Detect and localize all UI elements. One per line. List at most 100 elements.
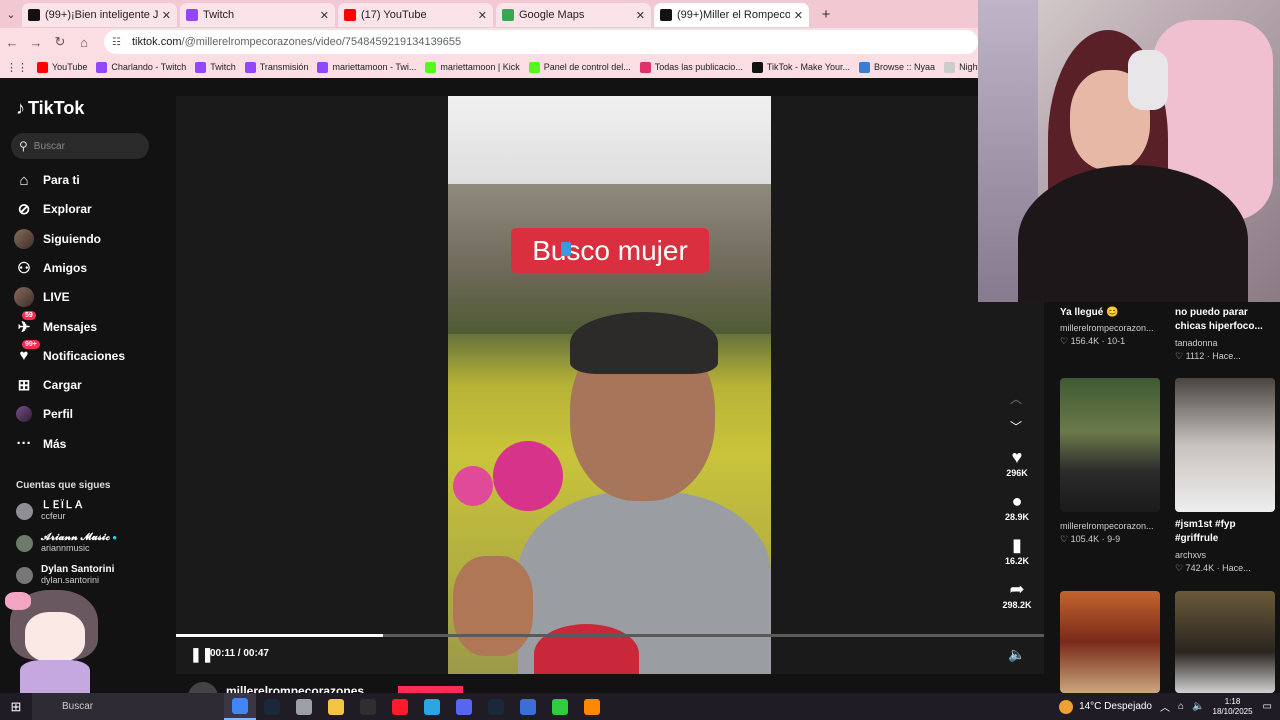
- bookmark-item[interactable]: Charlando - Twitch: [96, 61, 186, 73]
- app-4[interactable]: [512, 693, 544, 720]
- bookmark-item[interactable]: mariettamoon | Kick: [425, 61, 520, 73]
- network-icon[interactable]: ⌂: [1178, 701, 1184, 712]
- comment-icon: ●: [1011, 491, 1023, 511]
- related-user[interactable]: millerelrompecorazon...: [1060, 521, 1154, 531]
- nav-item[interactable]: Perfil: [14, 404, 73, 424]
- browser-tab[interactable]: Google Maps ✕: [496, 3, 651, 27]
- close-icon[interactable]: ✕: [794, 9, 803, 22]
- nav-item[interactable]: ··· Más: [14, 434, 67, 454]
- notification-badge: 99+: [22, 339, 40, 349]
- video-player[interactable]: Busco mujer ❚❚ 00:11 / 00:47 🔈: [176, 96, 1044, 674]
- close-icon[interactable]: ✕: [320, 9, 329, 22]
- related-date: Hace...: [1212, 351, 1241, 361]
- previous-video-chevron-icon[interactable]: ︿: [1010, 390, 1022, 407]
- related-title[interactable]: #jsm1st #fyp #griffrule: [1175, 518, 1275, 546]
- home-icon[interactable]: ⌂: [72, 35, 96, 50]
- tab-title: (99+)¡Bien inteligente José Leona: [45, 9, 158, 21]
- files-icon: [296, 698, 312, 715]
- nav-item[interactable]: ♥ 99+ Notificaciones: [14, 339, 125, 366]
- nav-label: Más: [43, 436, 67, 451]
- related-title[interactable]: Ya llegué 😊: [1060, 306, 1160, 320]
- obs-app[interactable]: [352, 693, 384, 720]
- reload-icon[interactable]: ↻: [48, 34, 72, 50]
- related-user[interactable]: millerelrompecorazon...: [1060, 323, 1154, 333]
- bookmark-item[interactable]: Browse :: Nyaa: [859, 61, 935, 73]
- video-frame[interactable]: Busco mujer: [448, 96, 771, 674]
- tiktok-logo[interactable]: ♪ TikTok: [16, 98, 84, 119]
- action-heart[interactable]: ♥ 296K: [996, 446, 1038, 478]
- progress-bar[interactable]: [176, 634, 1044, 637]
- opera-app[interactable]: [384, 693, 416, 720]
- bookmark-item[interactable]: YouTube: [37, 61, 87, 73]
- tiktok-icon: [660, 9, 672, 21]
- browser-tab[interactable]: (99+)¡Bien inteligente José Leona ✕: [22, 3, 177, 27]
- close-icon[interactable]: ✕: [162, 9, 171, 22]
- notifications-tray-icon[interactable]: ▭: [1263, 701, 1272, 712]
- action-bookmark[interactable]: ▮ 16.2K: [996, 534, 1038, 566]
- related-thumbnail[interactable]: [1175, 591, 1275, 693]
- weather-text[interactable]: 14°C Despejado: [1079, 701, 1152, 712]
- xbox-icon: [552, 698, 568, 715]
- following-item[interactable]: Dylan Santorini dylan.santorini: [16, 564, 114, 586]
- tray-chevron-icon[interactable]: ︿: [1160, 699, 1170, 714]
- action-comment[interactable]: ● 28.9K: [996, 490, 1038, 522]
- close-icon[interactable]: ✕: [478, 9, 487, 22]
- apps-grid-icon[interactable]: ⋮⋮: [6, 61, 28, 74]
- browser-tab[interactable]: (99+)Miller el Rompecoraz ✕: [654, 3, 809, 27]
- vlc-app[interactable]: [576, 693, 608, 720]
- steam-app[interactable]: [256, 693, 288, 720]
- new-tab-button[interactable]: +: [816, 4, 836, 24]
- forward-icon[interactable]: →: [24, 35, 48, 50]
- nav-item[interactable]: LIVE: [14, 287, 70, 308]
- bookmark-icon: [37, 61, 48, 73]
- taskbar-clock[interactable]: 1:18 18/10/2025: [1213, 697, 1253, 717]
- chrome-app[interactable]: [224, 693, 256, 720]
- following-item[interactable]: ＬＥÏＬＡ ccfeur: [16, 500, 84, 522]
- search-input[interactable]: ⚲ Buscar: [11, 133, 149, 159]
- related-user[interactable]: tanadonna: [1175, 338, 1218, 348]
- nav-item[interactable]: ⊞ Cargar: [14, 375, 82, 395]
- xbox-app[interactable]: [544, 693, 576, 720]
- related-user[interactable]: archxvs: [1175, 550, 1206, 560]
- browser-tab[interactable]: Twitch ✕: [180, 3, 335, 27]
- tabs: (99+)¡Bien inteligente José Leona✕Twitch…: [22, 1, 812, 27]
- action-share[interactable]: ➦ 298.2K: [996, 578, 1038, 610]
- taskbar-search-input[interactable]: Buscar: [32, 693, 224, 720]
- close-icon[interactable]: ✕: [636, 9, 645, 22]
- nav-item[interactable]: ⊘ Explorar: [14, 199, 92, 219]
- browser-tab[interactable]: (17) YouTube ✕: [338, 3, 493, 27]
- weather-icon[interactable]: [1059, 699, 1074, 714]
- bookmark-item[interactable]: Panel de control del...: [528, 61, 631, 73]
- bookmark-item[interactable]: Todas las publicacio...: [639, 61, 743, 73]
- app-blue[interactable]: [416, 693, 448, 720]
- browser-tab-strip: ⌄ (99+)¡Bien inteligente José Leona✕Twit…: [0, 0, 978, 28]
- related-title[interactable]: no puedo parar chicas hiperfoco...: [1175, 306, 1275, 334]
- bookmark-item[interactable]: mariettamoon - Twi...: [317, 61, 416, 73]
- nav-item[interactable]: Siguiendo: [14, 228, 101, 249]
- discord-app[interactable]: [448, 693, 480, 720]
- related-thumbnail[interactable]: [1060, 378, 1160, 512]
- related-thumbnail[interactable]: [1175, 378, 1275, 512]
- nav-item[interactable]: ⌂ Para ti: [14, 170, 79, 190]
- following-item[interactable]: 𝓐𝓻𝓲𝓪𝓷𝓷 𝓜𝓾𝓼𝓲𝓬 ● ariannmusic: [16, 532, 117, 554]
- back-icon[interactable]: ←: [0, 35, 24, 50]
- volume-icon[interactable]: 🔈: [1008, 646, 1025, 663]
- tab-search-icon[interactable]: ⌄: [0, 0, 22, 28]
- next-video-chevron-icon[interactable]: ﹀: [1010, 418, 1022, 435]
- files-app[interactable]: [288, 693, 320, 720]
- friends-icon: ⚇: [17, 259, 31, 277]
- volume-tray-icon[interactable]: 🔈: [1192, 701, 1204, 712]
- tiktok-note-icon: ♪: [16, 98, 25, 118]
- url-field[interactable]: ☷ tiktok.com/@millerelrompecorazones/vid…: [104, 30, 978, 54]
- start-button[interactable]: ⊞: [0, 699, 32, 715]
- site-info-icon[interactable]: ☷: [112, 37, 126, 48]
- folder-app[interactable]: [320, 693, 352, 720]
- bookmark-item[interactable]: TikTok - Make Your...: [751, 61, 850, 73]
- playback-time: 00:11 / 00:47: [210, 648, 269, 659]
- steam2-app[interactable]: [480, 693, 512, 720]
- bookmark-item[interactable]: Twitch: [195, 61, 236, 73]
- related-thumbnail[interactable]: [1060, 591, 1160, 693]
- nav-item[interactable]: ⚇ Amigos: [14, 258, 87, 278]
- bookmark-item[interactable]: Transmisión: [244, 61, 308, 73]
- nav-item[interactable]: ✈ 59 Mensajes: [14, 310, 97, 337]
